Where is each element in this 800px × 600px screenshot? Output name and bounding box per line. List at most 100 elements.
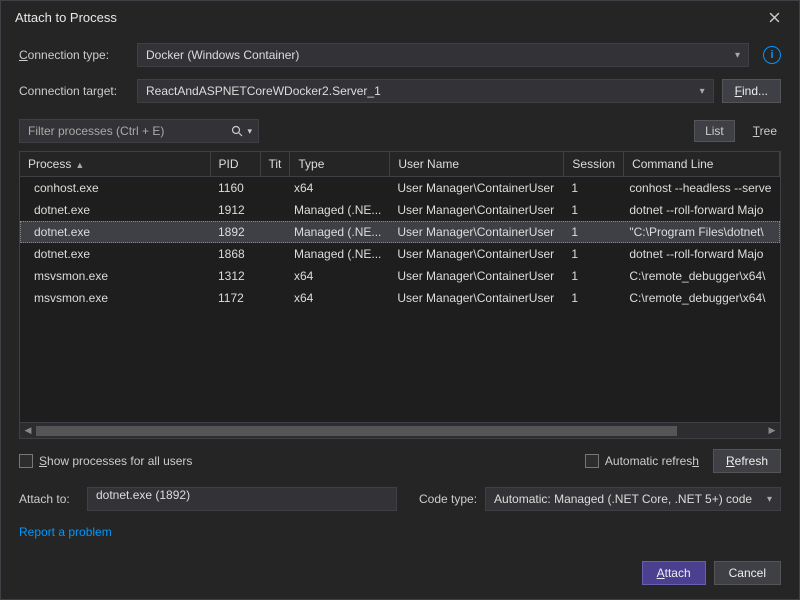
- cell-cmd: dotnet --roll-forward Majo: [621, 199, 780, 221]
- auto-refresh-label: Automatic refresh: [605, 454, 699, 468]
- cell-user: User Manager\ContainerUser: [389, 287, 563, 309]
- list-view-button[interactable]: List: [694, 120, 735, 142]
- col-process[interactable]: Process▲: [20, 152, 210, 177]
- cell-type: Managed (.NE...: [286, 199, 389, 221]
- cell-cmd: "C:\Program Files\dotnet\: [621, 221, 780, 243]
- attach-button[interactable]: Attach: [642, 561, 706, 585]
- cell-tit: [260, 265, 286, 287]
- cell-pid: 1912: [210, 199, 260, 221]
- table-row[interactable]: conhost.exe1160x64User Manager\Container…: [20, 177, 780, 199]
- col-pid[interactable]: PID: [210, 152, 260, 177]
- cell-type: x64: [286, 177, 389, 199]
- auto-refresh-check[interactable]: Automatic refresh: [585, 454, 699, 468]
- options-row: Show processes for all users Automatic r…: [19, 449, 781, 473]
- attach-to-row: Attach to: dotnet.exe (1892) Code type: …: [19, 487, 781, 511]
- cell-user: User Manager\ContainerUser: [389, 265, 563, 287]
- cell-session: 1: [563, 243, 621, 265]
- code-type-label: Code type:: [419, 492, 477, 506]
- cell-cmd: C:\remote_debugger\x64\: [621, 265, 780, 287]
- connection-target-value: ReactAndASPNETCoreWDocker2.Server_1: [146, 84, 381, 98]
- cell-pid: 1312: [210, 265, 260, 287]
- table-row[interactable]: dotnet.exe1892 Managed (.NE...User Manage…: [20, 221, 780, 243]
- horizontal-scrollbar[interactable]: ◀ ▶: [20, 422, 780, 438]
- cell-type: x64: [286, 265, 389, 287]
- cell-tit: [260, 287, 286, 309]
- code-type-value: Automatic: Managed (.NET Core, .NET 5+) …: [494, 492, 752, 506]
- sort-asc-icon: ▲: [75, 160, 84, 170]
- titlebar: Attach to Process: [1, 1, 799, 31]
- col-type[interactable]: Type: [290, 152, 390, 177]
- connection-target-row: Connection target: ReactAndASPNETCoreWDo…: [19, 79, 781, 103]
- cell-session: 1: [563, 287, 621, 309]
- cell-tit: [260, 221, 286, 243]
- connection-type-label: Connection type:: [19, 48, 129, 62]
- filter-search-group: ▾: [231, 125, 252, 137]
- attach-to-input[interactable]: dotnet.exe (1892): [87, 487, 397, 511]
- cell-type: Managed (.NE...: [286, 243, 389, 265]
- filter-input[interactable]: Filter processes (Ctrl + E) ▾: [19, 119, 259, 143]
- cell-cmd: conhost --headless --serve: [621, 177, 780, 199]
- col-title[interactable]: Tit: [260, 152, 290, 177]
- cell-tit: [260, 199, 286, 221]
- col-user[interactable]: User Name: [390, 152, 564, 177]
- connection-target-combo[interactable]: ReactAndASPNETCoreWDocker2.Server_1 ▾: [137, 79, 714, 103]
- scroll-right-icon[interactable]: ▶: [764, 423, 780, 439]
- tree-view-button[interactable]: Tree: [749, 121, 781, 141]
- dialog-body: Connection type: Docker (Windows Contain…: [1, 31, 799, 551]
- cell-user: User Manager\ContainerUser: [389, 177, 563, 199]
- cell-user: User Manager\ContainerUser: [389, 199, 563, 221]
- filter-placeholder: Filter processes (Ctrl + E): [28, 124, 164, 138]
- cell-process: dotnet.exe: [20, 221, 210, 243]
- table-row[interactable]: dotnet.exe1912Managed (.NE...User Manage…: [20, 199, 780, 221]
- chevron-down-icon: ▾: [247, 126, 252, 137]
- attach-to-process-dialog: Attach to Process Connection type: Docke…: [0, 0, 800, 600]
- cell-user: User Manager\ContainerUser: [389, 221, 563, 243]
- cell-session: 1: [563, 265, 621, 287]
- cell-session: 1: [563, 177, 621, 199]
- cell-pid: 1160: [210, 177, 260, 199]
- cell-session: 1: [563, 221, 621, 243]
- info-icon[interactable]: i: [763, 46, 781, 64]
- chevron-down-icon: ▾: [700, 86, 705, 97]
- cell-cmd: C:\remote_debugger\x64\: [621, 287, 780, 309]
- cell-pid: 1868: [210, 243, 260, 265]
- connection-target-label: Connection target:: [19, 84, 129, 98]
- chevron-down-icon: ▾: [735, 50, 740, 61]
- cell-type: x64: [286, 287, 389, 309]
- close-button[interactable]: [759, 7, 789, 27]
- dialog-footer: Attach Cancel: [1, 551, 799, 599]
- close-icon: [769, 12, 780, 23]
- cell-process: msvsmon.exe: [20, 287, 210, 309]
- search-icon: [231, 125, 243, 137]
- scroll-thumb[interactable]: [36, 426, 677, 436]
- table-row[interactable]: msvsmon.exe1172x64User Manager\Container…: [20, 287, 780, 309]
- scroll-left-icon[interactable]: ◀: [20, 423, 36, 439]
- col-cmd[interactable]: Command Line: [624, 152, 780, 177]
- show-all-users-label: Show processes for all users: [39, 454, 192, 468]
- find-button[interactable]: Find...: [722, 79, 781, 103]
- col-session[interactable]: Session: [564, 152, 624, 177]
- cell-session: 1: [563, 199, 621, 221]
- cell-tit: [260, 177, 286, 199]
- show-all-users-check[interactable]: Show processes for all users: [19, 454, 192, 468]
- connection-type-combo[interactable]: Docker (Windows Container) ▾: [137, 43, 749, 67]
- connection-type-value: Docker (Windows Container): [146, 48, 299, 62]
- chevron-down-icon: ▾: [767, 494, 772, 505]
- cancel-button[interactable]: Cancel: [714, 561, 781, 585]
- checkbox-icon: [585, 454, 599, 468]
- cell-type: Managed (.NE...: [286, 221, 389, 243]
- table-row[interactable]: dotnet.exe1868 Managed (.NE...User Manage…: [20, 243, 780, 265]
- cell-process: dotnet.exe: [20, 243, 210, 265]
- refresh-button[interactable]: Refresh: [713, 449, 781, 473]
- table-row[interactable]: msvsmon.exe1312 x64User Manager\Container…: [20, 265, 780, 287]
- checkbox-icon: [19, 454, 33, 468]
- cell-user: User Manager\ContainerUser: [389, 243, 563, 265]
- code-type-combo[interactable]: Automatic: Managed (.NET Core, .NET 5+) …: [485, 487, 781, 511]
- view-toggle: List Tree: [694, 120, 781, 142]
- attach-to-label: Attach to:: [19, 492, 79, 506]
- cell-process: msvsmon.exe: [20, 265, 210, 287]
- connection-type-row: Connection type: Docker (Windows Contain…: [19, 43, 781, 67]
- cell-pid: 1892: [210, 221, 260, 243]
- report-problem-link[interactable]: Report a problem: [19, 525, 781, 539]
- cell-cmd: dotnet --roll-forward Majo: [621, 243, 780, 265]
